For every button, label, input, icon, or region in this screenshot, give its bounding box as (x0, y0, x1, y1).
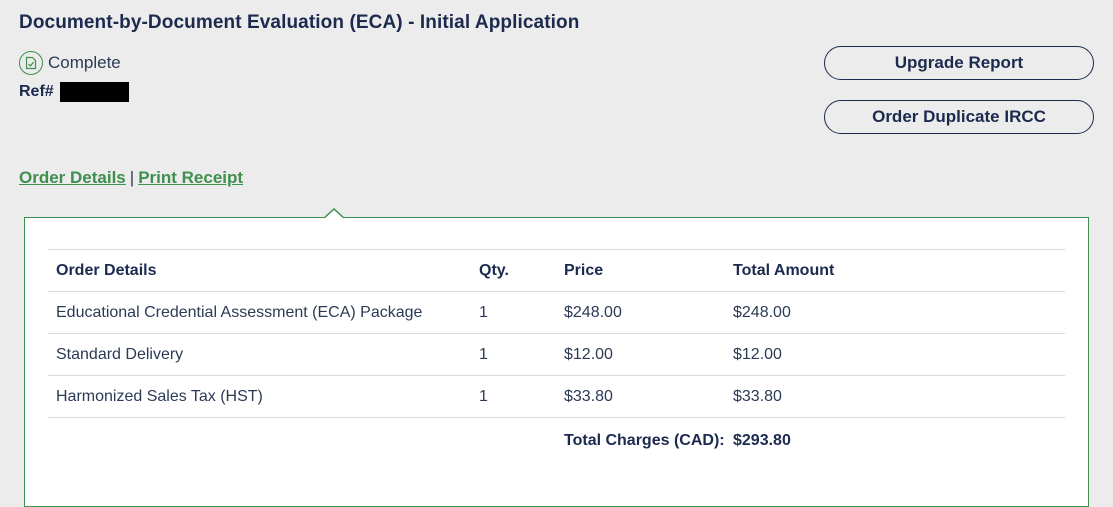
table-row: Standard Delivery 1 $12.00 $12.00 (48, 333, 1065, 376)
document-check-icon (19, 51, 43, 75)
reference-number: Ref# (19, 82, 129, 102)
ref-value-redacted (59, 82, 129, 102)
ref-label: Ref# (19, 83, 54, 100)
order-details-panel: Order Details Qty. Price Total Amount Ed… (24, 208, 1089, 507)
column-header-qty: Qty. (471, 249, 556, 292)
item-description: Harmonized Sales Tax (HST) (48, 375, 471, 418)
order-details-link[interactable]: Order Details (19, 168, 126, 188)
link-separator: | (129, 168, 135, 187)
item-qty: 1 (471, 291, 556, 334)
total-row: Total Charges (CAD): $293.80 (48, 417, 1065, 469)
page-title: Document-by-Document Evaluation (ECA) - … (19, 12, 580, 33)
upgrade-report-button[interactable]: Upgrade Report (824, 46, 1094, 80)
order-duplicate-ircc-button[interactable]: Order Duplicate IRCC (824, 100, 1094, 134)
item-description: Standard Delivery (48, 333, 471, 376)
item-price: $33.80 (556, 375, 725, 418)
table-header-row: Order Details Qty. Price Total Amount (48, 249, 1065, 292)
column-header-order-details: Order Details (48, 249, 471, 292)
item-price: $248.00 (556, 291, 725, 334)
item-total: $33.80 (725, 375, 1065, 418)
total-spacer (48, 417, 471, 469)
item-description: Educational Credential Assessment (ECA) … (48, 291, 471, 334)
item-price: $12.00 (556, 333, 725, 376)
item-total: $248.00 (725, 291, 1065, 334)
table-row: Harmonized Sales Tax (HST) 1 $33.80 $33.… (48, 375, 1065, 418)
table-row: Educational Credential Assessment (ECA) … (48, 291, 1065, 334)
panel-pointer (323, 208, 345, 219)
print-receipt-link[interactable]: Print Receipt (138, 168, 243, 188)
total-charges-label: Total Charges (CAD): (556, 417, 725, 469)
status-text: Complete (48, 53, 121, 72)
item-qty: 1 (471, 375, 556, 418)
order-table: Order Details Qty. Price Total Amount Ed… (48, 249, 1065, 469)
column-header-total-amount: Total Amount (725, 249, 1065, 292)
status-indicator: Complete (19, 50, 121, 76)
item-total: $12.00 (725, 333, 1065, 376)
item-qty: 1 (471, 333, 556, 376)
total-charges-value: $293.80 (725, 417, 1065, 469)
total-spacer (471, 417, 556, 469)
column-header-price: Price (556, 249, 725, 292)
order-links: Order Details | Print Receipt (19, 168, 243, 188)
